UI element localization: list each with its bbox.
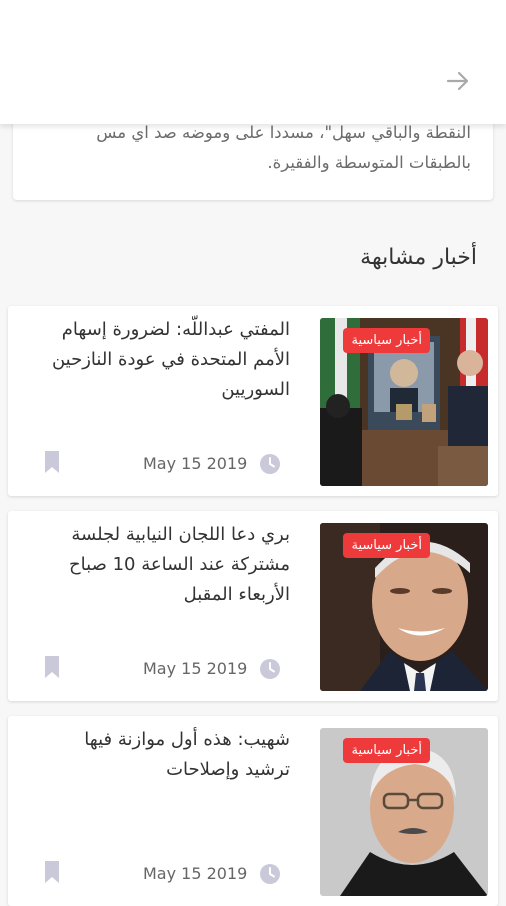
clock-icon [260,659,280,679]
app-header [0,0,506,124]
news-date: May 15 2019 [143,454,248,473]
article-text: النقطة والباقي سهل"، مسددا على وموضه صد … [96,123,471,172]
news-card[interactable]: أخبار سياسية شهيب: هذه أول موازنة فيها ت… [8,716,498,906]
news-card[interactable]: أخبار سياسية بري دعا اللجان النيابية لجل… [8,511,498,701]
related-news-title: أخبار مشابهة [360,245,477,270]
bookmark-icon[interactable] [44,860,60,884]
bookmark-icon[interactable] [44,655,60,679]
category-badge[interactable]: أخبار سياسية [343,738,430,763]
bookmark-icon[interactable] [44,450,60,474]
category-badge[interactable]: أخبار سياسية [343,328,430,353]
news-date: May 15 2019 [143,864,248,883]
category-badge[interactable]: أخبار سياسية [343,533,430,558]
arrow-right-icon [446,71,469,91]
clock-icon [260,454,280,474]
news-card[interactable]: أخبار سياسية المفتي عبداللّه: لضرورة إسه… [8,306,498,496]
clock-icon [260,864,280,884]
news-title[interactable]: شهيب: هذه أول موازنة فيها ترشيد وإصلاحات [35,725,290,785]
news-title[interactable]: بري دعا اللجان النيابية لجلسة مشتركة عند… [35,520,290,610]
news-date: May 15 2019 [143,659,248,678]
back-button[interactable] [443,66,473,96]
news-title[interactable]: المفتي عبداللّه: لضرورة إسهام الأمم المت… [35,315,290,405]
